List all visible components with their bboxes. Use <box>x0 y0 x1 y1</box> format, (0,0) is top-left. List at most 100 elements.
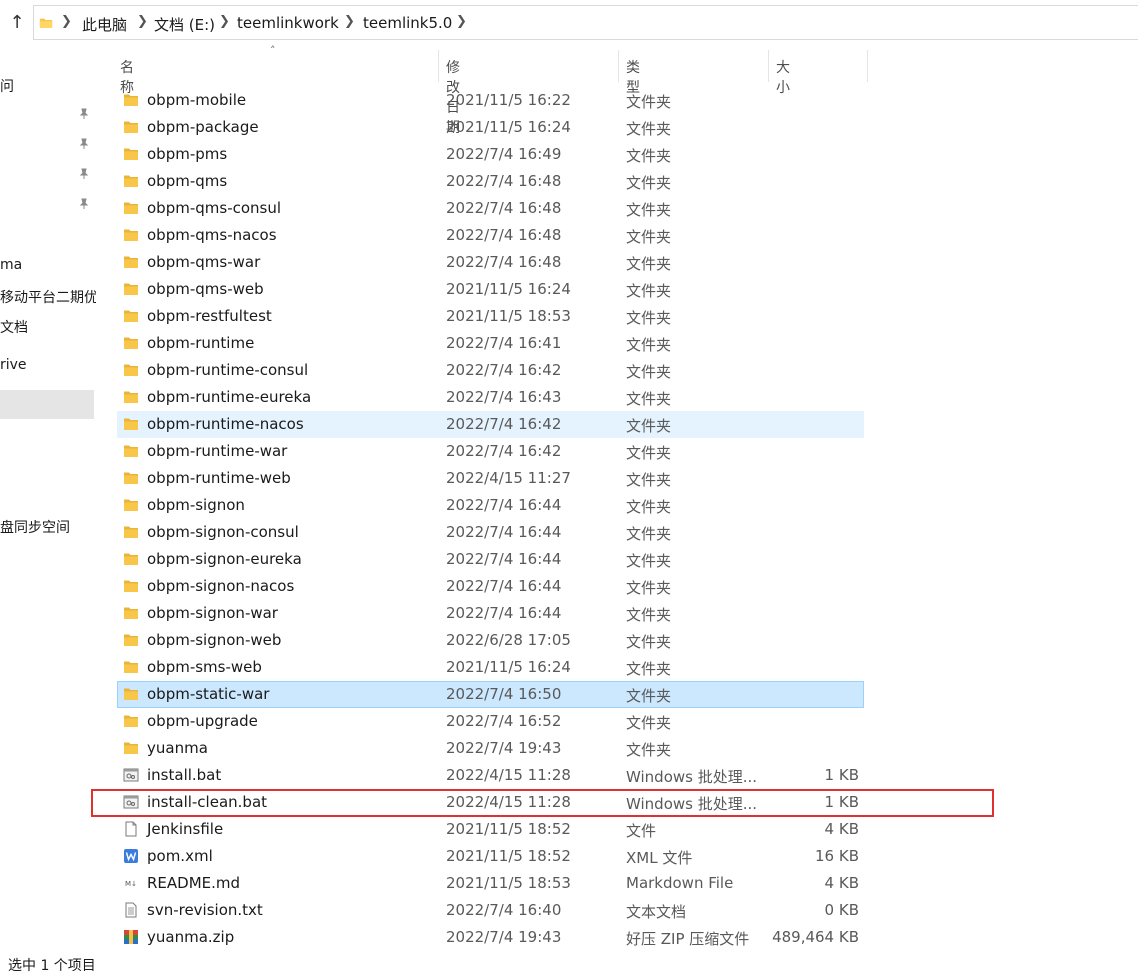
chevron-right-icon[interactable]: ❯ <box>344 14 355 29</box>
file-name: obpm-static-war <box>147 685 270 703</box>
file-type: 文件夹 <box>626 579 672 597</box>
file-date: 2021/11/5 16:24 <box>446 280 571 298</box>
file-type: 文件夹 <box>626 741 672 759</box>
file-date: 2022/7/4 16:43 <box>446 388 562 406</box>
text-file-icon <box>123 902 139 918</box>
file-row[interactable]: obpm-runtime-web 2022/4/15 11:27 文件夹 <box>117 465 864 492</box>
blank-file-icon <box>123 821 139 837</box>
file-row[interactable]: obpm-signon 2022/7/4 16:44 文件夹 <box>117 492 864 519</box>
file-type: 文件夹 <box>626 714 672 732</box>
file-type: 文件夹 <box>626 687 672 705</box>
highlight-annotation-box <box>91 789 994 817</box>
folder-icon <box>123 686 139 702</box>
file-row[interactable]: obpm-runtime-nacos 2022/7/4 16:42 文件夹 <box>117 411 864 438</box>
file-type: 文件夹 <box>626 633 672 651</box>
file-row[interactable]: obpm-runtime-war 2022/7/4 16:42 文件夹 <box>117 438 864 465</box>
folder-icon <box>123 713 139 729</box>
folder-icon <box>123 551 139 567</box>
file-date: 2022/7/4 16:44 <box>446 550 562 568</box>
column-divider[interactable] <box>618 50 619 82</box>
folder-icon <box>123 362 139 378</box>
nav-item[interactable]: ma <box>0 257 22 273</box>
folder-icon <box>123 146 139 162</box>
column-divider[interactable] <box>768 50 769 82</box>
file-row[interactable]: obpm-qms-web 2021/11/5 16:24 文件夹 <box>117 276 864 303</box>
pin-icon[interactable] <box>78 138 90 150</box>
file-row[interactable]: obpm-signon-eureka 2022/7/4 16:44 文件夹 <box>117 546 864 573</box>
file-row[interactable]: obpm-restfultest 2021/11/5 18:53 文件夹 <box>117 303 864 330</box>
nav-item-selected[interactable] <box>0 390 94 419</box>
file-row[interactable]: obpm-upgrade 2022/7/4 16:52 文件夹 <box>117 708 864 735</box>
folder-icon <box>123 92 139 108</box>
breadcrumb-item[interactable]: teemlinkwork <box>237 14 339 32</box>
folder-icon <box>123 173 139 189</box>
nav-item[interactable]: 盘同步空间 <box>0 517 70 537</box>
file-date: 2022/7/4 16:44 <box>446 523 562 541</box>
chevron-right-icon[interactable]: ❯ <box>137 14 148 29</box>
file-row[interactable]: pom.xml 2021/11/5 18:52 XML 文件 16 KB <box>117 843 864 870</box>
chevron-right-icon[interactable]: ❯ <box>219 14 230 29</box>
folder-icon <box>123 227 139 243</box>
folder-icon <box>123 740 139 756</box>
file-date: 2022/6/28 17:05 <box>446 631 571 649</box>
file-row[interactable]: obpm-qms-war 2022/7/4 16:48 文件夹 <box>117 249 864 276</box>
file-name: obpm-signon <box>147 496 245 514</box>
chevron-right-icon[interactable]: ❯ <box>456 14 467 29</box>
file-name: obpm-pms <box>147 145 228 163</box>
file-name: obpm-qms-nacos <box>147 226 277 244</box>
file-type: 文件夹 <box>626 606 672 624</box>
file-row[interactable]: Jenkinsfile 2021/11/5 18:52 文件 4 KB <box>117 816 864 843</box>
file-row[interactable]: yuanma.zip 2022/7/4 19:43 好压 ZIP 压缩文件 489,4… <box>117 924 864 951</box>
breadcrumb-item[interactable]: teemlink5.0 <box>363 14 452 32</box>
file-row[interactable]: obpm-signon-nacos 2022/7/4 16:44 文件夹 <box>117 573 864 600</box>
file-name: obpm-runtime <box>147 334 255 352</box>
file-row[interactable]: yuanma 2022/7/4 19:43 文件夹 <box>117 735 864 762</box>
chevron-right-icon[interactable]: ❯ <box>61 14 72 29</box>
file-name: yuanma.zip <box>147 928 235 946</box>
file-row[interactable]: obpm-qms 2022/7/4 16:48 文件夹 <box>117 168 864 195</box>
file-row[interactable]: obpm-qms-consul 2022/7/4 16:48 文件夹 <box>117 195 864 222</box>
pin-icon[interactable] <box>78 198 90 210</box>
file-row[interactable]: obpm-runtime-eureka 2022/7/4 16:43 文件夹 <box>117 384 864 411</box>
file-name: obpm-runtime-consul <box>147 361 309 379</box>
column-divider[interactable] <box>438 50 439 82</box>
address-bar[interactable]: ❯ 此电脑 ❯ 文档 (E:) ❯ teemlinkwork ❯ teemlin… <box>33 5 1138 40</box>
breadcrumb-item[interactable]: 文档 (E:) <box>154 14 215 35</box>
nav-item[interactable]: 问 <box>0 76 14 96</box>
file-row[interactable]: obpm-static-war 2022/7/4 16:50 文件夹 <box>117 681 864 708</box>
file-row[interactable]: obpm-signon-consul 2022/7/4 16:44 文件夹 <box>117 519 864 546</box>
file-row[interactable]: obpm-qms-nacos 2022/7/4 16:48 文件夹 <box>117 222 864 249</box>
file-type: 文件夹 <box>626 147 672 165</box>
file-name: obpm-package <box>147 118 259 136</box>
file-date: 2022/7/4 16:44 <box>446 604 562 622</box>
file-row[interactable]: obpm-runtime-consul 2022/7/4 16:42 文件夹 <box>117 357 864 384</box>
up-arrow-icon[interactable]: ↑ <box>6 12 28 34</box>
nav-item[interactable]: 移动平台二期优 <box>0 287 96 307</box>
file-row[interactable]: obpm-sms-web 2021/11/5 16:24 文件夹 <box>117 654 864 681</box>
file-row[interactable]: svn-revision.txt 2022/7/4 16:40 文本文档 0 KB <box>117 897 864 924</box>
file-type: 文件夹 <box>626 363 672 381</box>
file-date: 2022/7/4 16:50 <box>446 685 562 703</box>
file-row[interactable]: obpm-runtime 2022/7/4 16:41 文件夹 <box>117 330 864 357</box>
pin-icon[interactable] <box>78 108 90 120</box>
file-row[interactable]: obpm-pms 2022/7/4 16:49 文件夹 <box>117 141 864 168</box>
pin-icon[interactable] <box>78 168 90 180</box>
file-row[interactable]: obpm-signon-war 2022/7/4 16:44 文件夹 <box>117 600 864 627</box>
file-name: obpm-runtime-war <box>147 442 288 460</box>
file-row[interactable]: install.bat 2022/4/15 11:28 Windows 批处理...… <box>117 762 864 789</box>
nav-item[interactable]: rive <box>0 357 27 373</box>
column-divider[interactable] <box>867 50 868 82</box>
file-row[interactable]: M↓ README.md 2021/11/5 18:53 Markdown File 4… <box>117 870 864 897</box>
file-type: 文件夹 <box>626 309 672 327</box>
file-row[interactable]: obpm-signon-web 2022/6/28 17:05 文件夹 <box>117 627 864 654</box>
file-size: 489,464 KB <box>772 928 859 946</box>
folder-icon <box>123 497 139 513</box>
file-date: 2022/7/4 16:52 <box>446 712 562 730</box>
file-row[interactable]: obpm-package 2021/11/5 16:24 文件夹 <box>117 114 864 141</box>
file-row[interactable]: obpm-mobile 2021/11/5 16:22 文件夹 <box>117 87 864 114</box>
folder-icon <box>123 443 139 459</box>
breadcrumb-item[interactable]: 此电脑 <box>82 14 127 35</box>
nav-item[interactable]: 文档 <box>0 317 28 337</box>
file-name: obpm-signon-war <box>147 604 278 622</box>
file-type: 文件夹 <box>626 471 672 489</box>
